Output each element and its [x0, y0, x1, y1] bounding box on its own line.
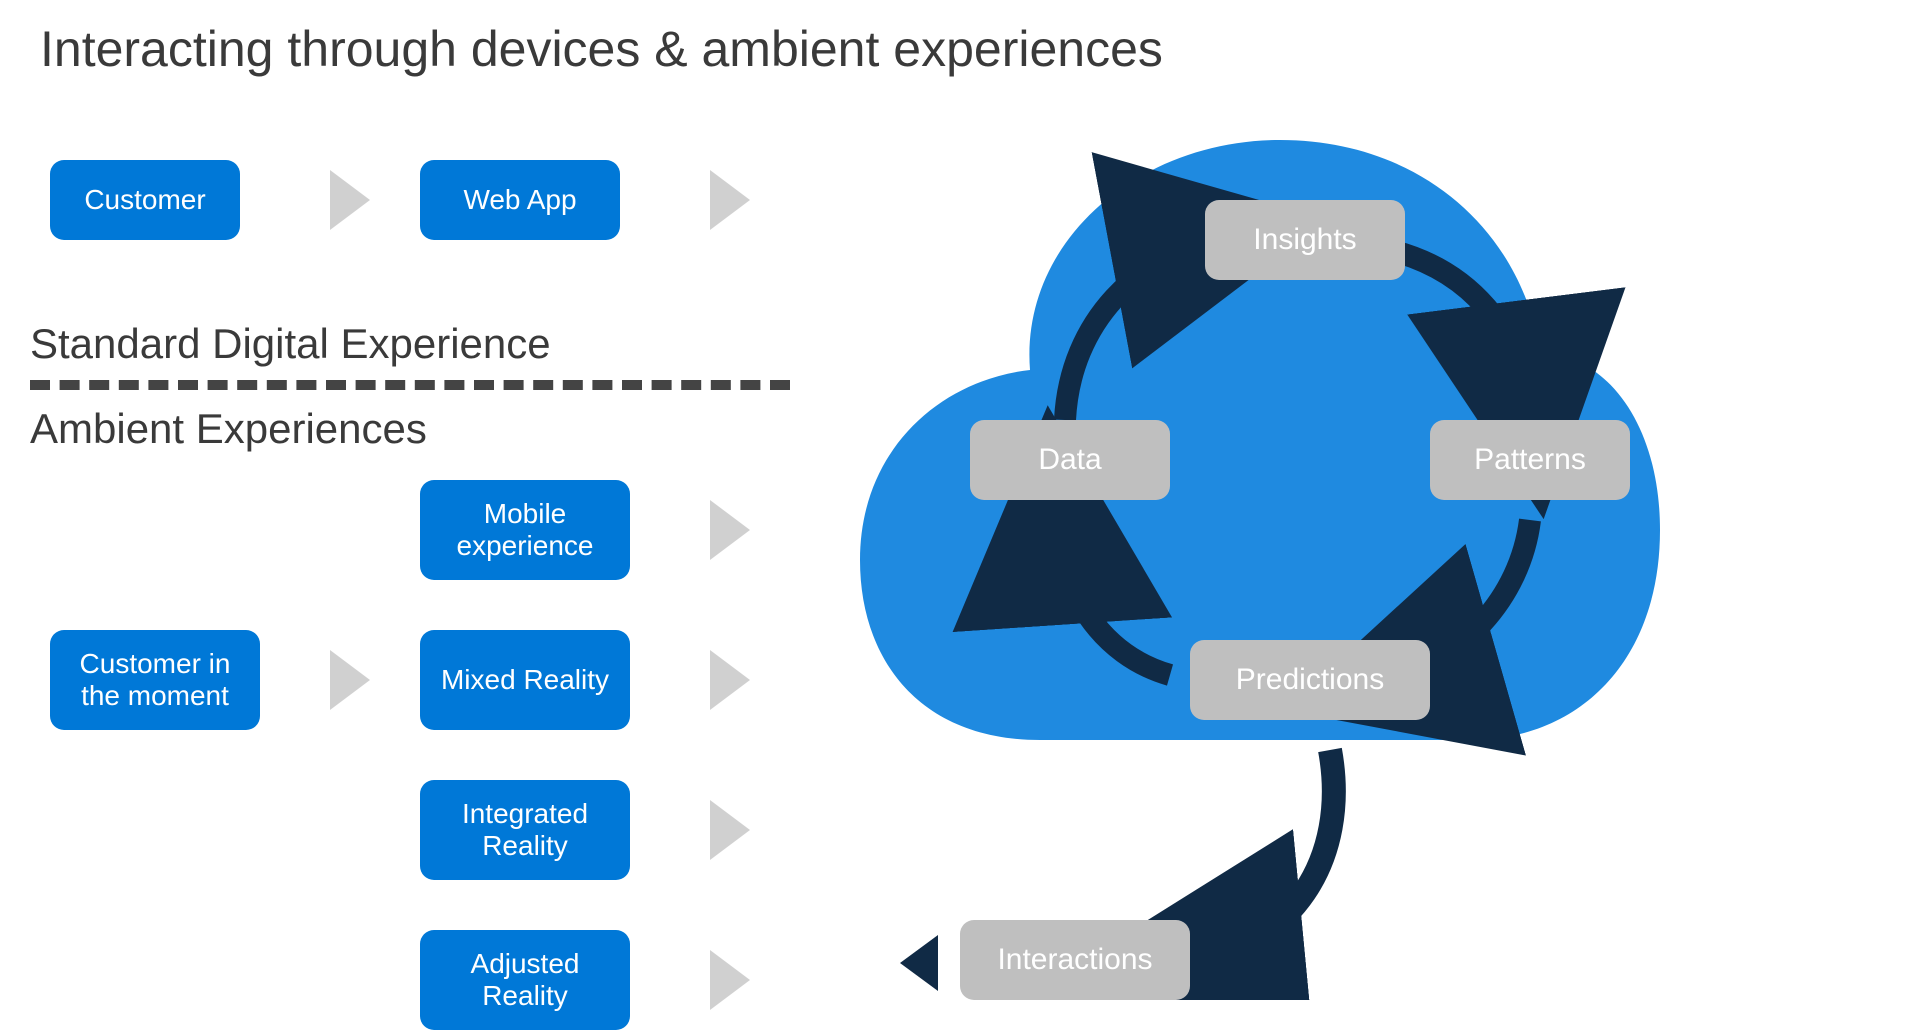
divider	[30, 380, 790, 390]
section-standard-label: Standard Digital Experience	[30, 320, 551, 368]
chevron-right-icon	[710, 800, 750, 860]
chevron-right-icon	[710, 650, 750, 710]
box-interactions: Interactions	[960, 920, 1190, 1000]
box-adjusted-reality: Adjusted Reality	[420, 930, 630, 1030]
box-mixed-reality: Mixed Reality	[420, 630, 630, 730]
chevron-right-icon	[710, 950, 750, 1010]
chevron-right-icon	[330, 170, 370, 230]
chevron-right-icon	[710, 170, 750, 230]
box-customer-moment: Customer in the moment	[50, 630, 260, 730]
box-predictions: Predictions	[1190, 640, 1430, 720]
box-integrated-reality: Integrated Reality	[420, 780, 630, 880]
box-customer: Customer	[50, 160, 240, 240]
page-title: Interacting through devices & ambient ex…	[40, 20, 1163, 78]
box-data: Data	[970, 420, 1170, 500]
box-insights: Insights	[1205, 200, 1405, 280]
chevron-left-icon	[900, 935, 938, 991]
chevron-right-icon	[330, 650, 370, 710]
section-ambient-label: Ambient Experiences	[30, 405, 427, 453]
box-webapp: Web App	[420, 160, 620, 240]
box-patterns: Patterns	[1430, 420, 1630, 500]
chevron-right-icon	[710, 500, 750, 560]
box-mobile-experience: Mobile experience	[420, 480, 630, 580]
cloud-diagram: Insights Patterns Predictions Data	[860, 120, 1640, 800]
